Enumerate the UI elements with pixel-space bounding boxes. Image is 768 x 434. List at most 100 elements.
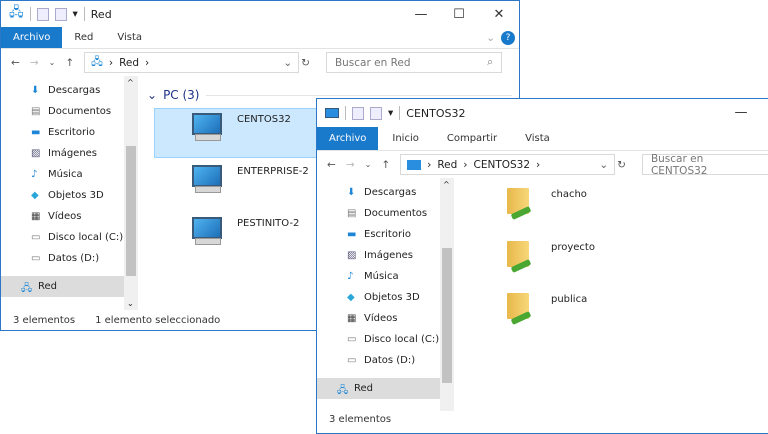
customize-quick-access-icon[interactable]: ▾: [73, 8, 78, 20]
sidebar-item-label: Red: [38, 281, 57, 292]
sidebar-item-descargas[interactable]: ⬇ Descargas: [317, 182, 440, 203]
sidebar-item-imágenes[interactable]: ▨ Imágenes: [317, 245, 440, 266]
title-bar: ▾ CENTOS32 —: [317, 99, 768, 127]
sidebar-item-red[interactable]: 🖧 Red: [317, 378, 440, 399]
music-icon: ♪: [31, 169, 38, 180]
search-input[interactable]: Buscar en Red ⌕: [325, 52, 502, 73]
sidebar-item-red[interactable]: 🖧 Red: [1, 276, 124, 297]
tab-archivo[interactable]: Archivo: [317, 127, 379, 150]
breadcrumb-red[interactable]: Red: [119, 57, 139, 69]
item-label: CENTOS32: [237, 113, 291, 125]
sidebar-item-escritorio[interactable]: ▬ Escritorio: [317, 224, 440, 245]
sidebar-item-objetos-3d[interactable]: ◆ Objetos 3D: [1, 185, 124, 206]
navigation-bar: ← → ⌄ ↑ › Red › CENTOS32 › ⌄ ↻ Buscar en C…: [317, 151, 768, 178]
sidebar-item-música[interactable]: ♪ Música: [1, 164, 124, 185]
sidebar-item-documentos[interactable]: ▤ Documentos: [1, 101, 124, 122]
item-label: ENTERPRISE-2: [237, 165, 309, 177]
tab-archivo[interactable]: Archivo: [1, 27, 63, 48]
sidebar-item-imágenes[interactable]: ▨ Imágenes: [1, 143, 124, 164]
scroll-down-icon[interactable]: ⌄: [127, 299, 134, 308]
up-button[interactable]: ↑: [65, 57, 74, 69]
divider: [345, 106, 346, 120]
sidebar-item-datos-d-[interactable]: ▭ Datos (D:): [1, 248, 124, 269]
chevron-down-icon[interactable]: ⌄: [283, 57, 292, 69]
shared-folder-icon: [505, 291, 531, 321]
tab-inicio[interactable]: Inicio: [378, 127, 432, 150]
window-title: CENTOS32: [406, 106, 466, 120]
minimize-button[interactable]: —: [721, 99, 761, 125]
tab-vista[interactable]: Vista: [511, 127, 564, 150]
network-icon: 🖧: [21, 283, 33, 294]
item-label: PESTINITO-2: [237, 217, 300, 229]
minimize-button[interactable]: —: [401, 1, 441, 27]
up-button[interactable]: ↑: [381, 159, 390, 171]
sidebar-item-disco-local-c-[interactable]: ▭ Disco local (C:): [1, 227, 124, 248]
search-placeholder: Buscar en CENTOS32: [650, 152, 708, 177]
customize-quick-access-icon[interactable]: ▾: [388, 107, 393, 119]
sidebar-item-label: Red: [354, 383, 373, 394]
sidebar-item-documentos[interactable]: ▤ Documentos: [317, 203, 440, 224]
breadcrumb-centos32[interactable]: CENTOS32: [474, 159, 531, 171]
close-button[interactable]: ✕: [479, 1, 519, 27]
sidebar-item-vídeos[interactable]: ▦ Vídeos: [317, 308, 440, 329]
sidebar-item-objetos-3d[interactable]: ◆ Objetos 3D: [317, 287, 440, 308]
computer-item[interactable]: ENTERPRISE-2: [189, 163, 309, 193]
sidebar-item-label: Datos (D:): [364, 355, 416, 366]
maximize-button[interactable]: ☐: [439, 1, 479, 27]
nav-scrollbar[interactable]: ^: [440, 178, 454, 411]
folder-item[interactable]: publica: [505, 291, 587, 321]
network-icon: 🖧: [337, 385, 349, 396]
properties-icon[interactable]: [352, 106, 364, 120]
folder-item[interactable]: proyecto: [505, 239, 595, 269]
chevron-right-icon: ›: [108, 56, 114, 69]
sidebar-item-escritorio[interactable]: ▬ Escritorio: [1, 122, 124, 143]
search-input[interactable]: Buscar en CENTOS32: [641, 152, 768, 177]
new-folder-icon[interactable]: [370, 106, 382, 120]
item-count: 3 elementos: [329, 413, 392, 425]
tab-vista[interactable]: Vista: [105, 27, 154, 48]
new-folder-icon[interactable]: [54, 7, 67, 21]
help-icon[interactable]: ?: [501, 31, 515, 45]
scrollbar-thumb[interactable]: [442, 248, 452, 383]
computer-item[interactable]: CENTOS32: [189, 111, 291, 141]
network-icon: 🖧: [9, 5, 24, 20]
sidebar-item-vídeos[interactable]: ▦ Vídeos: [1, 206, 124, 227]
chevron-right-icon: ›: [536, 158, 541, 171]
chevron-right-icon: ›: [145, 56, 150, 69]
tab-compartir[interactable]: Compartir: [433, 127, 511, 150]
sidebar-item-label: Imágenes: [364, 250, 414, 261]
chevron-down-icon[interactable]: ⌄: [599, 159, 608, 171]
sidebar-item-label: Escritorio: [364, 229, 411, 240]
sidebar-item-descargas[interactable]: ⬇ Descargas: [1, 80, 124, 101]
sidebar-item-label: Descargas: [48, 85, 101, 96]
ribbon-tabs: Archivo Inicio Compartir Vista: [317, 127, 768, 151]
documents-icon: ▤: [347, 208, 357, 219]
sidebar-item-música[interactable]: ♪ Música: [317, 266, 440, 287]
computer-item[interactable]: PESTINITO-2: [189, 215, 299, 245]
sidebar-item-label: Descargas: [364, 187, 417, 198]
folder-item[interactable]: chacho: [505, 186, 587, 216]
recent-locations-icon[interactable]: ⌄: [49, 58, 56, 67]
selection-count: 1 elemento seleccionado: [95, 314, 221, 326]
scrollbar-thumb[interactable]: [126, 146, 136, 276]
scroll-up-icon[interactable]: ^: [127, 78, 134, 87]
sidebar-item-disco-local-c-[interactable]: ▭ Disco local (C:): [317, 329, 440, 350]
address-bar[interactable]: 🖧 › Red › ⌄: [84, 52, 300, 73]
sidebar-item-label: Documentos: [364, 208, 428, 219]
scroll-up-icon[interactable]: ^: [443, 180, 450, 189]
sidebar-item-label: Datos (D:): [48, 253, 100, 264]
forward-button[interactable]: →: [346, 159, 355, 171]
breadcrumb-red[interactable]: Red: [437, 159, 457, 171]
refresh-icon[interactable]: ↻: [617, 159, 626, 171]
sidebar-item-datos-d-[interactable]: ▭ Datos (D:): [317, 350, 440, 371]
recent-locations-icon[interactable]: ⌄: [365, 160, 372, 169]
back-button[interactable]: ←: [11, 57, 20, 69]
tab-red[interactable]: Red: [62, 27, 105, 48]
refresh-icon[interactable]: ↻: [301, 57, 310, 69]
back-button[interactable]: ←: [327, 159, 336, 171]
properties-icon[interactable]: [36, 7, 49, 21]
nav-scrollbar[interactable]: ^ ⌄: [124, 76, 138, 310]
address-bar[interactable]: › Red › CENTOS32 › ⌄: [400, 154, 616, 175]
item-label: publica: [551, 293, 588, 305]
forward-button[interactable]: →: [30, 57, 39, 69]
